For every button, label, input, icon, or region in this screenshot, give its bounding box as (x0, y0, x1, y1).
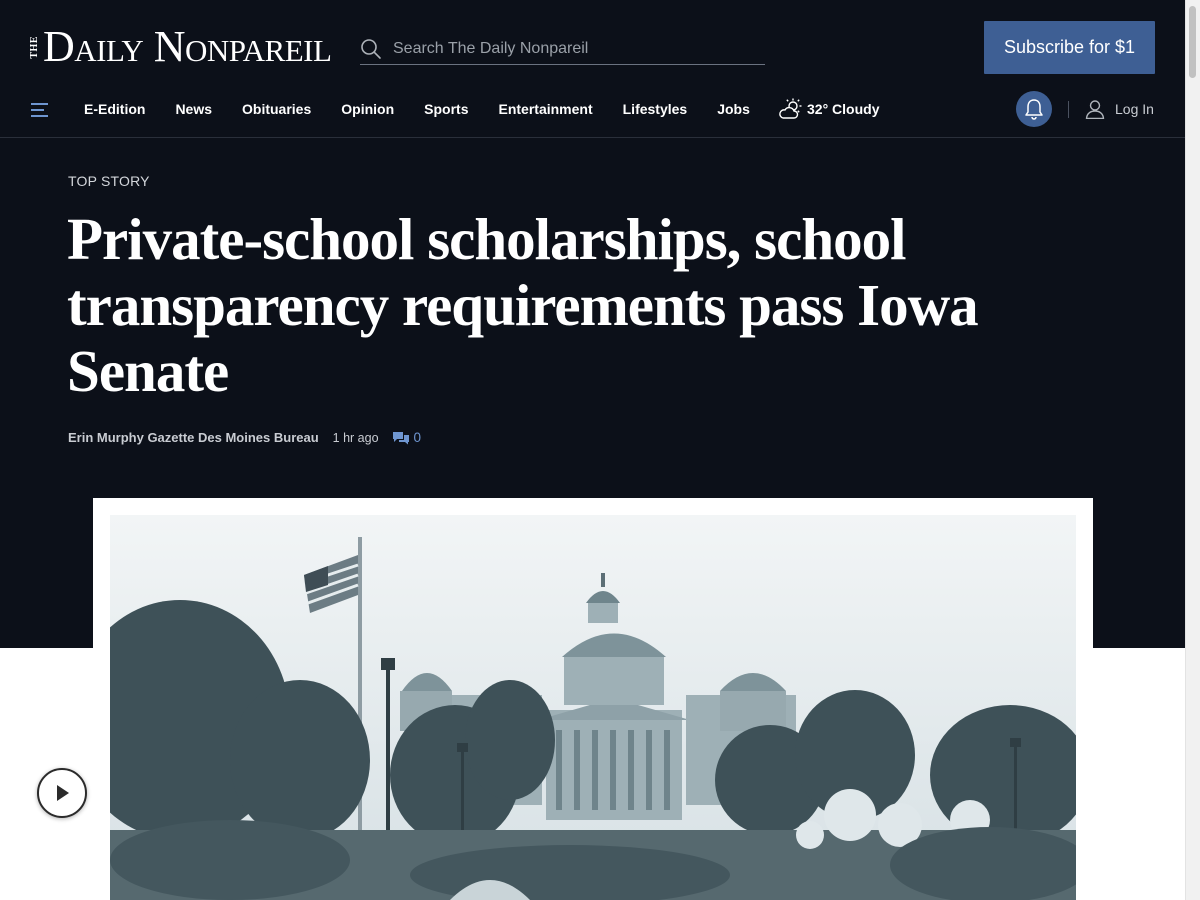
timestamp: 1 hr ago (332, 430, 379, 445)
login-link[interactable]: Log In (1115, 101, 1154, 117)
nav-item-sports[interactable]: Sports (424, 101, 468, 117)
weather-cloud-sun-icon (778, 98, 804, 120)
nav-item-e-edition[interactable]: E-Edition (84, 101, 145, 117)
nav-item-lifestyles[interactable]: Lifestyles (623, 101, 688, 117)
scrollbar-thumb[interactable] (1189, 6, 1196, 78)
article-kicker[interactable]: TOP STORY (68, 173, 150, 189)
nav-divider (1068, 101, 1069, 118)
bell-icon (1025, 99, 1043, 120)
user-icon[interactable] (1085, 99, 1105, 120)
logo-name: Daily Nonpareil (43, 22, 332, 71)
hamburger-menu-icon[interactable] (30, 100, 50, 120)
weather-widget[interactable]: 32° Cloudy (778, 98, 880, 120)
nav-item-entertainment[interactable]: Entertainment (499, 101, 593, 117)
logo-the: THE (29, 35, 40, 59)
byline: Erin Murphy Gazette Des Moines Bureau 1 … (68, 430, 421, 445)
subscribe-button[interactable]: Subscribe for $1 (984, 21, 1155, 74)
site-logo[interactable]: THE Daily Nonpareil (29, 22, 332, 71)
scrollbar-track[interactable] (1185, 0, 1200, 900)
play-icon (57, 785, 69, 801)
nav-item-obituaries[interactable]: Obituaries (242, 101, 311, 117)
comment-icon (392, 431, 409, 444)
author-name[interactable]: Erin Murphy Gazette Des Moines Bureau (68, 430, 319, 445)
article-headline: Private-school scholarships, school tran… (67, 206, 979, 404)
main-nav: E-Edition News Obituaries Opinion Sports… (0, 88, 1185, 138)
search-input[interactable] (393, 39, 753, 58)
featured-photo[interactable] (110, 515, 1076, 900)
search-bar[interactable] (360, 33, 765, 65)
nav-item-opinion[interactable]: Opinion (341, 101, 394, 117)
comments-link[interactable]: 0 (392, 430, 422, 445)
search-icon[interactable] (360, 38, 382, 60)
video-play-button[interactable] (37, 768, 87, 818)
notifications-button[interactable] (1016, 91, 1052, 127)
nav-links: E-Edition News Obituaries Opinion Sports… (84, 88, 780, 130)
weather-text: 32° Cloudy (807, 101, 880, 117)
nav-item-news[interactable]: News (175, 101, 212, 117)
comment-count: 0 (413, 430, 422, 445)
nav-item-jobs[interactable]: Jobs (717, 101, 750, 117)
